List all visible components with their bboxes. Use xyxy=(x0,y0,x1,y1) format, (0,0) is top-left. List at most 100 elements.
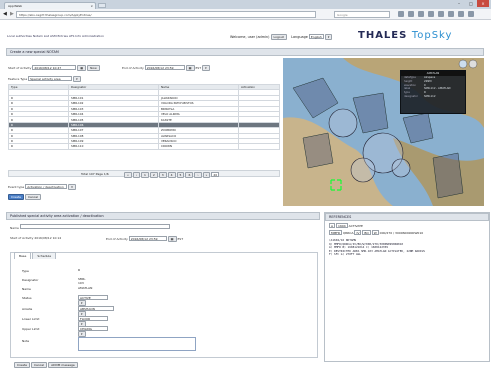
page-size-select[interactable]: 20 xyxy=(211,172,220,177)
now-button[interactable]: Now xyxy=(87,65,100,71)
window-controls: – □ × xyxy=(453,0,489,7)
pager-prev-icon[interactable]: ‹ xyxy=(132,172,141,178)
airspace-polygon[interactable] xyxy=(352,92,389,134)
feature-type-row: Feature Type Special activity area ▾ xyxy=(8,76,81,82)
cancel-button[interactable]: Cancel xyxy=(24,194,42,200)
published-end-input[interactable]: 2016/08/12 23:59 xyxy=(128,236,167,241)
welcome-text: Welcome, user (admin) xyxy=(230,35,270,39)
close-tab-icon[interactable]: × xyxy=(90,4,93,8)
minimize-icon[interactable]: – xyxy=(453,0,465,7)
feature-type-dropdown-icon[interactable]: ▾ xyxy=(73,76,81,82)
new-tab-button[interactable] xyxy=(98,3,106,8)
browser-tab-title: AppliWeb xyxy=(8,4,23,8)
event-type-row: Event type Activation / deactivation ▾ xyxy=(8,184,76,190)
qline-traffic-select[interactable]: IV xyxy=(354,230,362,235)
chat-icon[interactable] xyxy=(458,11,464,17)
feature-info-popup: AMATLAN dataType Airspace height 22NM elev… xyxy=(400,70,466,114)
notam-qline-row: MMFR QRRCA IV BO W 000/270 / 3000N09900W… xyxy=(325,230,489,237)
qline-fir-input[interactable]: MMFR xyxy=(329,230,342,235)
map-view[interactable]: AMATLAN dataType Airspace height 22NM elev… xyxy=(283,58,484,206)
download-icon[interactable] xyxy=(408,11,414,17)
tab-schedule[interactable]: Schedule xyxy=(32,252,57,259)
airspace-polygon[interactable] xyxy=(432,152,464,199)
feature-type-select[interactable]: Special activity area xyxy=(28,76,73,81)
addon-icon[interactable] xyxy=(438,11,444,17)
bookmark-icon[interactable] xyxy=(398,11,404,17)
sync-icon[interactable] xyxy=(448,11,454,17)
language-dropdown-icon[interactable]: ▾ xyxy=(324,34,333,40)
end-calendar-icon[interactable]: ▦ xyxy=(185,65,195,71)
url-input[interactable]: https://sbv.cegrfr.thalesgroup.com/Apply… xyxy=(16,11,316,18)
pager-last-icon[interactable]: » xyxy=(202,172,211,178)
field-value: SMR-103 xyxy=(78,277,86,285)
notam-series-input[interactable]: A xyxy=(329,223,336,228)
published-cancel-button[interactable]: Cancel xyxy=(30,362,48,368)
thales-topsky-logo: THALES TopSky xyxy=(358,30,452,41)
airspace-polygon[interactable] xyxy=(292,77,339,119)
shield-icon[interactable] xyxy=(428,11,434,17)
maximize-icon[interactable]: □ xyxy=(465,0,477,7)
addm-message-button[interactable]: ADDM message xyxy=(48,362,78,368)
notam-id-row: A 1604 ACTIVATE xyxy=(325,221,489,230)
pager-total: Total 107 Page 1/6 xyxy=(81,172,109,176)
page-link[interactable]: 3 xyxy=(158,172,167,178)
browser-tab[interactable]: AppliWeb × xyxy=(4,2,96,9)
back-icon[interactable]: ◀ xyxy=(3,11,7,17)
map-layers-icon[interactable] xyxy=(468,59,478,69)
page-link[interactable]: 1 xyxy=(140,172,149,178)
info-key: designator xyxy=(404,94,418,98)
timezone-dropdown-icon[interactable]: ▾ xyxy=(202,65,210,71)
language-select[interactable]: English xyxy=(308,34,324,39)
name-input[interactable] xyxy=(19,224,170,229)
pager-first-icon[interactable]: « xyxy=(124,172,132,178)
create-actions: Create Cancel xyxy=(8,194,42,200)
published-create-button[interactable]: Create xyxy=(14,362,30,368)
page-link[interactable]: 6 xyxy=(185,172,194,178)
start-input[interactable]: 2016/08/12 10:47 xyxy=(32,65,77,70)
note-textarea[interactable] xyxy=(78,337,196,351)
qline-purpose-select[interactable]: BO xyxy=(362,230,371,235)
qline-tail: 000/270 / 3000N09900W010 xyxy=(379,231,424,235)
pager-next-icon[interactable]: › xyxy=(194,172,202,178)
event-type-select[interactable]: Activation / deactivation xyxy=(25,184,68,189)
close-window-icon[interactable]: × xyxy=(477,0,489,7)
airspace-circle[interactable] xyxy=(350,157,376,183)
airspace-circle[interactable] xyxy=(391,158,411,178)
create-button[interactable]: Create xyxy=(8,194,24,200)
airspace-polygon[interactable] xyxy=(402,112,434,144)
published-actions: Create Cancel ADDM message xyxy=(14,362,78,368)
table-row[interactable]: R SMR-110 CROWN xyxy=(8,143,280,150)
browser-navbar: ◀ ▶ https://sbv.cegrfr.thalesgroup.com/A… xyxy=(0,9,491,20)
field-label: Lower Limit xyxy=(22,317,40,321)
published-panel-title: Published special activity area activati… xyxy=(6,212,320,220)
event-type-dropdown-icon[interactable]: ▾ xyxy=(68,184,76,190)
home-icon[interactable] xyxy=(418,11,424,17)
tab-base[interactable]: Base xyxy=(14,252,32,259)
event-type-label: Event type xyxy=(8,185,25,189)
published-end-calendar-icon[interactable]: ▦ xyxy=(167,236,177,242)
browser-search-input[interactable]: Google xyxy=(334,11,390,18)
app-header: Local authorities Notam List ASM Entries… xyxy=(0,21,491,51)
logout-button[interactable]: Logout xyxy=(270,34,287,40)
status-select-wrap: ACTIVE ▾ xyxy=(78,295,108,306)
page-link[interactable]: 4 xyxy=(167,172,176,178)
airspace-polygon[interactable] xyxy=(302,132,334,169)
language-label: Language xyxy=(291,35,308,39)
end-of-activity-row: End of Activity 2016/08/12 23:59 ▦ EST ▾ xyxy=(122,65,210,71)
qline-scope-select[interactable]: W xyxy=(371,230,379,235)
field-value: AMATLAN xyxy=(78,286,93,290)
start-calendar-icon[interactable]: ▦ xyxy=(77,65,87,71)
forward-icon[interactable]: ▶ xyxy=(10,11,14,17)
page-link[interactable]: 2 xyxy=(149,172,158,178)
menu-icon[interactable] xyxy=(468,11,474,17)
map-zoom-icon[interactable] xyxy=(458,59,468,69)
airspace-circle[interactable] xyxy=(328,108,358,138)
create-panel-title: Create a new special NOTAM xyxy=(6,48,484,56)
page-link[interactable]: 5 xyxy=(176,172,185,178)
qline-code: QRRCA xyxy=(342,231,354,235)
published-timezone: EST xyxy=(177,237,184,241)
header-nav-links[interactable]: Local authorities Notam List ASM Entries… xyxy=(7,34,104,38)
notam-number-input[interactable]: 1604 xyxy=(336,223,348,228)
end-input[interactable]: 2016/08/12 23:59 xyxy=(144,65,185,70)
start-of-activity-row: Start of Activity 2016/08/12 10:47 ▦ Now xyxy=(8,65,100,71)
